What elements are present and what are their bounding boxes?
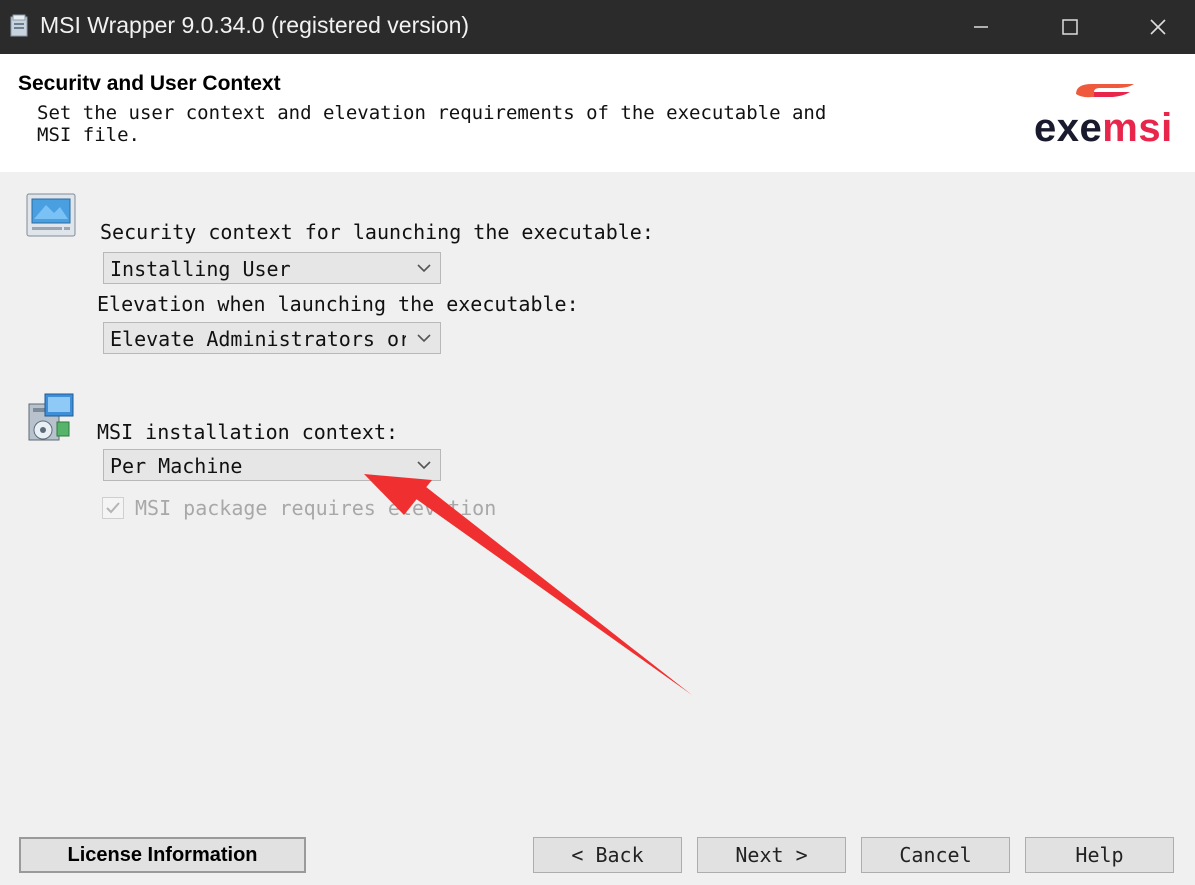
page-description-line-1: Set the user context and elevation requi…	[37, 102, 827, 124]
chevron-down-icon	[417, 461, 431, 470]
msi-context-label: MSI installation context:	[97, 420, 399, 444]
checkmark-icon	[106, 502, 120, 514]
requires-elevation-label: MSI package requires elevation	[135, 496, 497, 520]
monitor-icon	[26, 193, 76, 243]
maximize-icon	[1062, 19, 1078, 35]
back-button[interactable]: < Back	[533, 837, 682, 873]
minimize-button[interactable]	[936, 0, 1026, 54]
close-button[interactable]	[1113, 0, 1195, 54]
title-bar: MSI Wrapper 9.0.34.0 (registered version…	[0, 0, 1195, 54]
msi-context-dropdown[interactable]: Per Machine	[103, 449, 441, 481]
app-icon	[8, 14, 30, 38]
logo-text-exe: exe	[1034, 106, 1103, 150]
cancel-button[interactable]: Cancel	[861, 837, 1010, 873]
chevron-down-icon	[417, 334, 431, 343]
window-title: MSI Wrapper 9.0.34.0 (registered version…	[40, 12, 470, 38]
exemsi-logo: exemsi	[1030, 80, 1180, 170]
elevation-value: Elevate Administrators or	[110, 327, 406, 351]
maximize-button[interactable]	[1025, 0, 1115, 54]
security-context-dropdown[interactable]: Installing User	[103, 252, 441, 284]
page-description-line-2: MSI file.	[37, 124, 140, 146]
license-information-button[interactable]: License Information	[19, 837, 306, 873]
security-context-label: Security context for launching the execu…	[100, 220, 654, 244]
elevation-label: Elevation when launching the executable:	[97, 292, 579, 316]
wizard-header: Securitv and User Context Set the user c…	[0, 54, 1195, 172]
msi-context-value: Per Machine	[110, 454, 243, 478]
chevron-down-icon	[417, 264, 431, 273]
page-title: Securitv and User Context	[18, 72, 281, 95]
help-button[interactable]: Help	[1025, 837, 1174, 873]
security-context-value: Installing User	[110, 257, 291, 281]
page-description: Set the user context and elevation requi…	[37, 102, 917, 146]
logo-text-msi: msi	[1102, 106, 1173, 150]
close-icon	[1150, 19, 1166, 35]
installer-package-icon	[27, 392, 77, 448]
minimize-icon	[974, 26, 988, 28]
elevation-dropdown[interactable]: Elevate Administrators or	[103, 322, 441, 354]
next-button[interactable]: Next >	[697, 837, 846, 873]
requires-elevation-checkbox[interactable]	[102, 497, 124, 519]
